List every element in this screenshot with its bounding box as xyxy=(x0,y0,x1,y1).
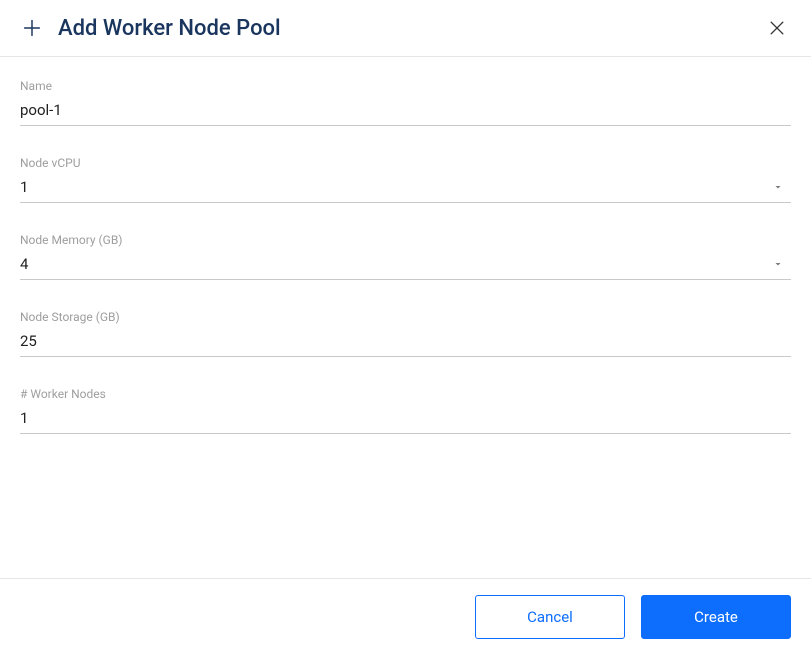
dialog-header: Add Worker Node Pool xyxy=(0,0,811,57)
field-memory: Node Memory (GB) 4 xyxy=(20,233,791,280)
storage-input[interactable] xyxy=(20,332,791,350)
cancel-button[interactable]: Cancel xyxy=(475,595,625,639)
name-control[interactable] xyxy=(20,97,791,126)
memory-select[interactable]: 4 xyxy=(20,251,791,280)
chevron-down-icon xyxy=(769,255,787,273)
workers-control[interactable] xyxy=(20,405,791,434)
dialog-title: Add Worker Node Pool xyxy=(58,16,763,41)
field-storage: Node Storage (GB) xyxy=(20,310,791,357)
dialog-footer: Cancel Create xyxy=(0,578,811,655)
dialog-body: Name Node vCPU 1 Node Memory (GB) 4 xyxy=(0,57,811,578)
chevron-down-icon xyxy=(769,178,787,196)
storage-label: Node Storage (GB) xyxy=(20,310,791,324)
name-input[interactable] xyxy=(20,101,791,119)
name-label: Name xyxy=(20,79,791,93)
workers-input[interactable] xyxy=(20,409,791,427)
vcpu-value: 1 xyxy=(20,178,769,196)
close-icon[interactable] xyxy=(763,14,791,42)
field-vcpu: Node vCPU 1 xyxy=(20,156,791,203)
memory-label: Node Memory (GB) xyxy=(20,233,791,247)
storage-control[interactable] xyxy=(20,328,791,357)
field-workers: # Worker Nodes xyxy=(20,387,791,434)
vcpu-select[interactable]: 1 xyxy=(20,174,791,203)
create-button[interactable]: Create xyxy=(641,595,791,639)
memory-value: 4 xyxy=(20,255,769,273)
workers-label: # Worker Nodes xyxy=(20,387,791,401)
plus-icon xyxy=(20,16,44,40)
field-name: Name xyxy=(20,79,791,126)
vcpu-label: Node vCPU xyxy=(20,156,791,170)
add-worker-node-pool-dialog: Add Worker Node Pool Name Node vCPU 1 xyxy=(0,0,811,655)
